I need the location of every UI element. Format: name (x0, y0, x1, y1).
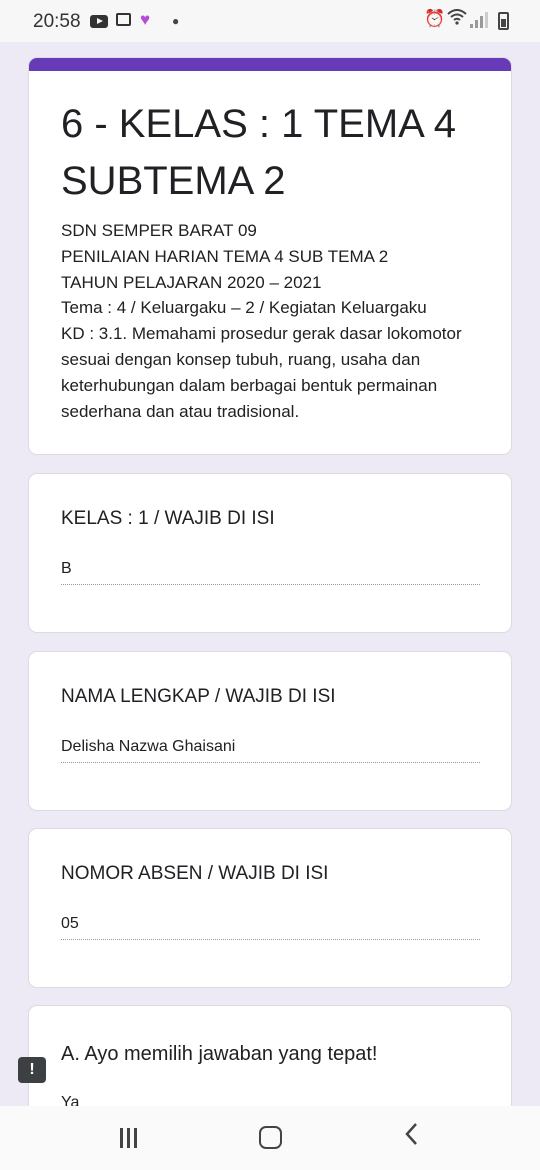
home-button[interactable] (259, 1126, 282, 1149)
question-title: NOMOR ABSEN / WAJIB DI ISI (61, 863, 329, 884)
answer-underline (61, 939, 480, 940)
answer-field-absen[interactable]: 05 (61, 915, 79, 933)
gallery-icon (116, 13, 131, 26)
battery-icon (498, 12, 509, 30)
question-title: A. Ayo memilih jawaban yang tepat! (61, 1043, 378, 1065)
question-title: KELAS : 1 / WAJIB DI ISI (61, 508, 275, 529)
recent-apps-button[interactable] (118, 1128, 140, 1148)
status-bar: 20:58 ♥ ● ⏰ (0, 0, 540, 42)
question-card-nama: NAMA LENGKAP / WAJIB DI ISI Delisha Nazw… (28, 651, 512, 811)
wifi-icon (447, 9, 467, 30)
form-accent-bar (29, 58, 511, 71)
report-feedback-button[interactable]: ! (18, 1057, 46, 1083)
alarm-icon: ⏰ (424, 9, 446, 28)
answer-underline (61, 584, 480, 585)
dot-icon: ● (172, 14, 180, 28)
youtube-icon (90, 15, 108, 28)
system-nav-bar (0, 1106, 540, 1170)
recent-apps-icon (120, 1128, 123, 1148)
heart-app-icon: ♥ (140, 10, 151, 29)
answer-field-kelas[interactable]: B (61, 560, 72, 578)
answer-field-nama[interactable]: Delisha Nazwa Ghaisani (61, 738, 235, 756)
signal-icon (470, 12, 490, 28)
question-title: NAMA LENGKAP / WAJIB DI ISI (61, 686, 336, 707)
back-button[interactable] (404, 1121, 418, 1153)
chevron-left-icon (405, 1123, 417, 1145)
form-title: 6 - KELAS : 1 TEMA 4 SUBTEMA 2 (61, 102, 456, 203)
form-description: SDN SEMPER BARAT 09 PENILAIAN HARIAN TEM… (61, 221, 462, 421)
answer-underline (61, 762, 480, 763)
question-card-kelas: KELAS : 1 / WAJIB DI ISI B (28, 473, 512, 633)
question-card-absen: NOMOR ABSEN / WAJIB DI ISI 05 (28, 828, 512, 988)
form-header-card: 6 - KELAS : 1 TEMA 4 SUBTEMA 2 SDN SEMPE… (28, 57, 512, 455)
status-time: 20:58 (33, 11, 81, 32)
